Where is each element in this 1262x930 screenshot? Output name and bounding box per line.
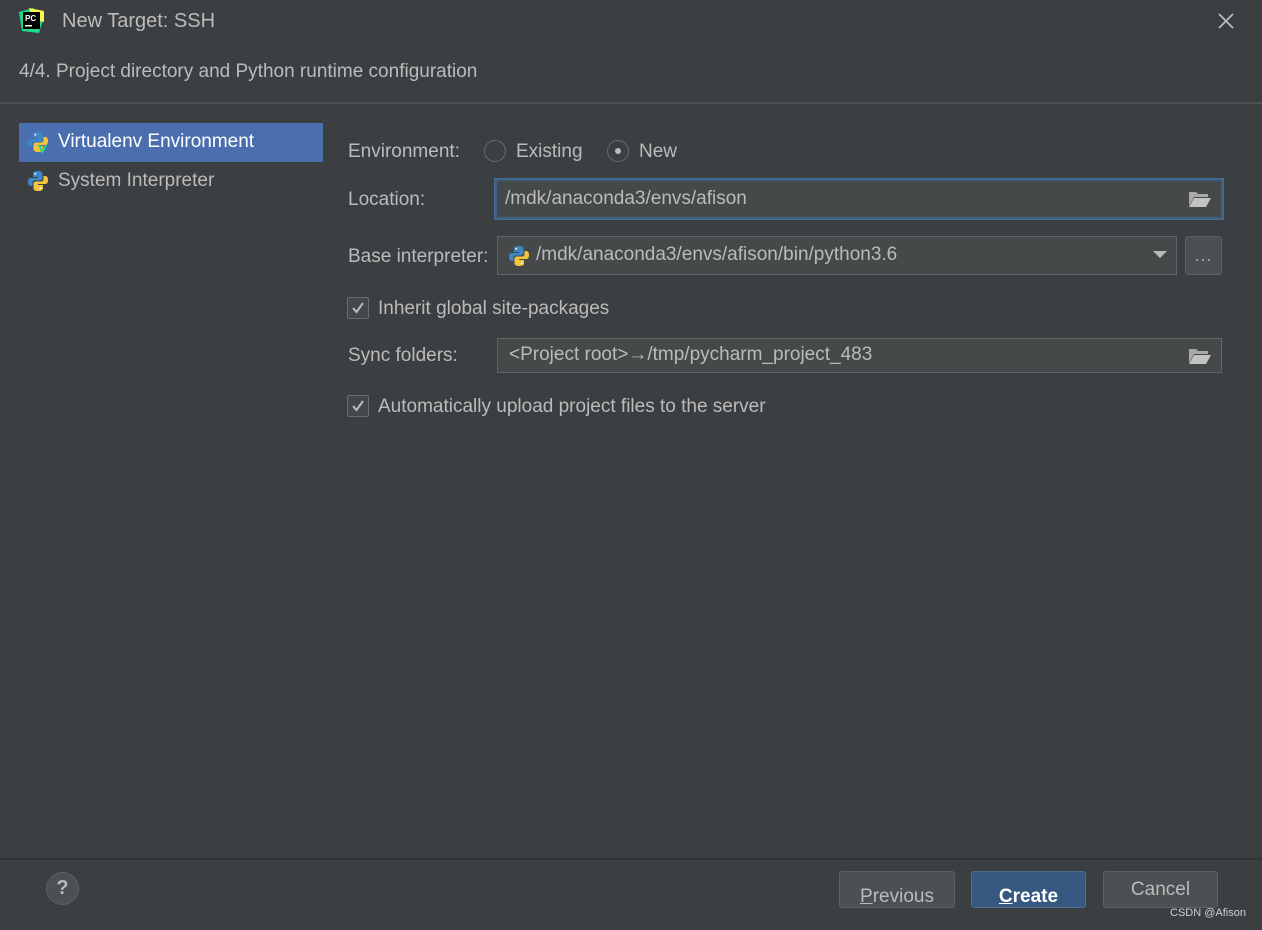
- sidebar-item-virtualenv[interactable]: Virtualenv Environment: [19, 123, 323, 162]
- step-title: 4/4. Project directory and Python runtim…: [19, 61, 478, 82]
- sidebar-item-label: Virtualenv Environment: [58, 131, 255, 152]
- location-label: Location:: [348, 189, 426, 210]
- create-label: reate: [1012, 886, 1059, 907]
- pycharm-icon: PC: [19, 8, 44, 33]
- radio-existing[interactable]: [484, 140, 506, 162]
- header-divider: [0, 102, 1262, 104]
- watermark: CSDN @Afison: [1170, 907, 1246, 919]
- previous-button[interactable]: Previous: [839, 871, 955, 908]
- virtualenv-python-icon: [28, 132, 48, 153]
- location-input[interactable]: [505, 181, 1179, 217]
- previous-mnemonic: P: [860, 886, 873, 907]
- close-icon[interactable]: [1214, 9, 1238, 33]
- checkmark-icon: [352, 302, 364, 314]
- window-title: New Target: SSH: [62, 10, 216, 32]
- python-icon: [28, 171, 48, 191]
- create-mnemonic: C: [998, 886, 1013, 907]
- auto-upload-checkbox[interactable]: [347, 395, 369, 417]
- browse-button-label: ...: [1194, 246, 1213, 265]
- folder-icon[interactable]: [1188, 347, 1212, 365]
- folder-icon[interactable]: [1188, 190, 1212, 208]
- sidebar-item-label: System Interpreter: [58, 170, 215, 191]
- radio-new[interactable]: [607, 140, 629, 162]
- previous-label: revious: [872, 886, 934, 907]
- sync-folders-field[interactable]: <Project root>→/tmp/pycharm_project_483: [497, 338, 1222, 373]
- auto-upload-label[interactable]: Automatically upload project files to th…: [378, 396, 766, 418]
- app-icon-text: PC: [25, 14, 36, 23]
- checkmark-icon: [352, 400, 364, 412]
- location-field[interactable]: [495, 179, 1223, 219]
- help-icon: ?: [56, 877, 69, 899]
- sidebar-item-system-interpreter[interactable]: System Interpreter: [19, 162, 323, 201]
- cancel-button[interactable]: Cancel: [1103, 871, 1218, 908]
- environment-label: Environment:: [348, 141, 460, 162]
- base-interpreter-combo[interactable]: /mdk/anaconda3/envs/afison/bin/python3.6: [497, 236, 1177, 275]
- inherit-site-packages-checkbox[interactable]: [347, 297, 369, 319]
- create-button[interactable]: Create: [971, 871, 1086, 908]
- base-interpreter-label: Base interpreter:: [348, 246, 489, 267]
- cancel-label: Cancel: [1130, 879, 1191, 900]
- chevron-down-icon[interactable]: [1153, 249, 1167, 259]
- radio-new-label[interactable]: New: [639, 141, 677, 163]
- sync-folders-label: Sync folders:: [348, 345, 458, 366]
- help-button[interactable]: ?: [46, 872, 79, 905]
- sync-folders-value: <Project root>→/tmp/pycharm_project_483: [509, 344, 873, 365]
- python-icon: [509, 246, 529, 266]
- inherit-site-packages-label[interactable]: Inherit global site-packages: [378, 298, 609, 320]
- base-interpreter-value: /mdk/anaconda3/envs/afison/bin/python3.6: [536, 244, 898, 265]
- browse-interpreter-button[interactable]: ...: [1185, 236, 1222, 275]
- radio-existing-label[interactable]: Existing: [516, 141, 583, 163]
- title-bar: PC New Target: SSH: [0, 0, 1262, 44]
- footer-divider: [0, 858, 1262, 860]
